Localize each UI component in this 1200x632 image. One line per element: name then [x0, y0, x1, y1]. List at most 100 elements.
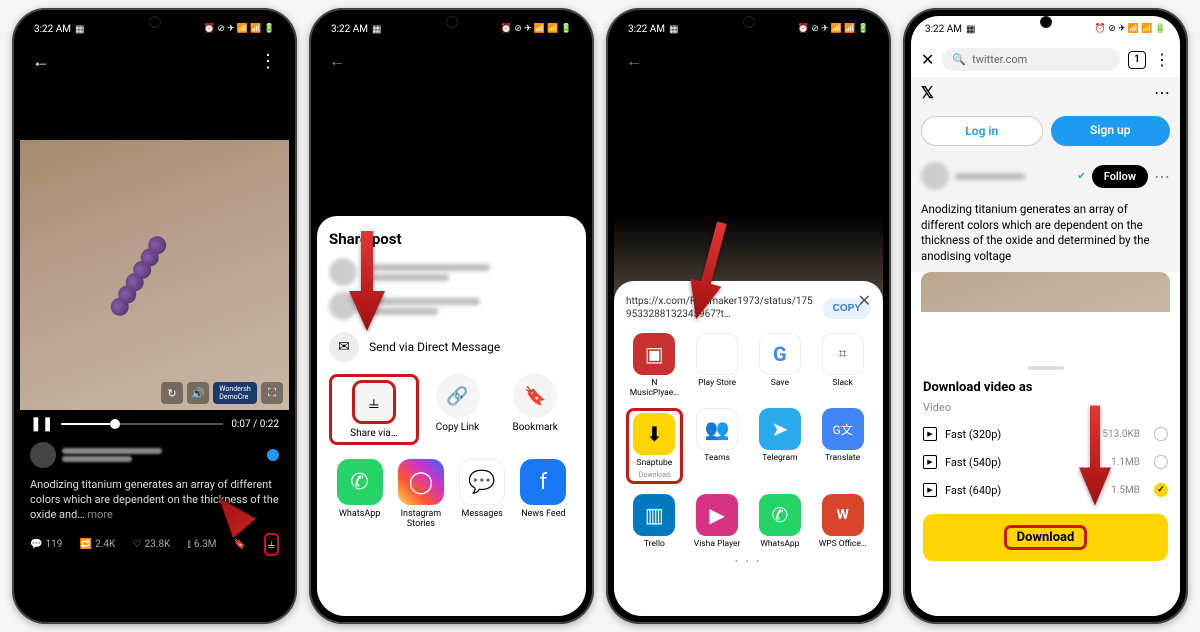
pause-icon[interactable]: ❚❚: [30, 416, 53, 432]
system-share-sheet: ✕ https://x.com/Rainmaker1973/status/175…: [614, 281, 883, 616]
radio-selected-icon[interactable]: [1154, 483, 1168, 497]
video-player[interactable]: ↻ 🔊 WondershDemoCre ⛶: [20, 140, 289, 410]
option-label: Bookmark: [512, 422, 557, 433]
wondershare-icon: WondershDemoCre: [213, 382, 257, 404]
snaptube-icon: ⬇: [633, 413, 675, 455]
app-save[interactable]: GSave: [752, 333, 809, 398]
close-icon[interactable]: ✕: [921, 50, 934, 69]
play-icon: ▶: [923, 455, 937, 469]
radio-icon[interactable]: [1154, 455, 1168, 469]
quality-option-640p[interactable]: ▶ Fast (640p) 1.5MB: [923, 476, 1168, 504]
app-label: Instagram Stories: [390, 509, 451, 529]
volume-icon[interactable]: 🔊: [187, 382, 209, 404]
whatsapp-icon: ✆: [759, 494, 801, 536]
option-label: Share via…: [350, 428, 397, 439]
teams-icon: 👥: [696, 408, 738, 450]
fullscreen-icon[interactable]: ⛶: [261, 382, 283, 404]
app-messages[interactable]: 💬 Messages: [452, 459, 513, 529]
slack-icon: ⌗: [822, 333, 864, 375]
visha-icon: ▶: [696, 494, 738, 536]
signup-button[interactable]: Sign up: [1051, 116, 1171, 146]
quality-option-320p[interactable]: ▶ Fast (320p) 513.0KB: [923, 420, 1168, 448]
back-icon[interactable]: ←: [329, 51, 345, 71]
verified-badge-icon: ✔: [1077, 171, 1085, 182]
bookmark-icon: 🔖: [513, 374, 557, 418]
app-whatsapp[interactable]: ✆ WhatsApp: [329, 459, 390, 529]
address-bar[interactable]: 🔍 twitter.com: [942, 48, 1120, 71]
download-sheet: Download video as Video ▶ Fast (320p) 51…: [911, 356, 1180, 616]
trello-icon: ▥: [633, 494, 675, 536]
like-button[interactable]: ♡23.8K: [133, 539, 171, 550]
more-link[interactable]: more: [87, 508, 112, 521]
share-via-button[interactable]: ⫨ Share via…: [329, 374, 419, 445]
radio-icon[interactable]: [1154, 427, 1168, 441]
avatar[interactable]: [30, 442, 56, 468]
close-icon[interactable]: ✕: [858, 291, 871, 310]
telegram-icon: ➤: [759, 408, 801, 450]
search-icon: 🔍: [952, 53, 966, 66]
dm-label: Send via Direct Message: [369, 340, 500, 354]
login-button[interactable]: Log in: [921, 116, 1043, 146]
views-stat: ⫾6.3M: [188, 539, 217, 550]
sheet-handle[interactable]: [1028, 366, 1064, 370]
download-title: Download video as: [923, 380, 1168, 395]
page-indicator: • • •: [626, 557, 871, 566]
reply-button[interactable]: 💬119: [30, 539, 62, 550]
play-icon: ▶: [923, 483, 937, 497]
app-slack[interactable]: ⌗Slack: [814, 333, 871, 398]
quality-label: Fast (320p): [945, 428, 1094, 441]
app-teams[interactable]: 👥Teams: [689, 408, 746, 484]
app-label: News Feed: [521, 509, 565, 519]
app-trello[interactable]: ▥Trello: [626, 494, 683, 549]
link-icon: 🔗: [436, 374, 480, 418]
app-facebook[interactable]: f News Feed: [513, 459, 574, 529]
app-whatsapp[interactable]: ✆WhatsApp: [752, 494, 809, 549]
annotation-arrow-icon: [1075, 368, 1115, 543]
url-text: twitter.com: [972, 53, 1027, 66]
app-wps[interactable]: WWPS Office…: [814, 494, 871, 549]
file-size: 1.5MB: [1111, 485, 1140, 496]
app-translate[interactable]: G文Translate: [814, 408, 871, 484]
app-telegram[interactable]: ➤Telegram: [752, 408, 809, 484]
section-label: Video: [923, 401, 1168, 414]
copy-link-button[interactable]: 🔗 Copy Link: [419, 374, 497, 445]
app-instagram[interactable]: ◯ Instagram Stories: [390, 459, 451, 529]
replay-icon[interactable]: ↻: [161, 382, 183, 404]
wps-icon: W: [822, 494, 864, 536]
more-icon[interactable]: ⋮: [259, 51, 277, 72]
file-size: 1.1MB: [1111, 457, 1140, 468]
facebook-icon: f: [520, 459, 566, 505]
bookmark-button[interactable]: 🔖 Bookmark: [496, 374, 574, 445]
clock: 3:22 AM: [34, 24, 71, 35]
tab-count[interactable]: 1: [1128, 51, 1146, 69]
back-icon[interactable]: ←: [32, 51, 50, 72]
app-label: Messages: [461, 509, 502, 519]
share-icon: ⫨: [352, 380, 396, 424]
video-thumbnail[interactable]: [921, 272, 1170, 312]
more-icon[interactable]: ⋯: [1154, 83, 1170, 102]
avatar[interactable]: [921, 162, 949, 190]
play-time: 0:07 / 0:22: [231, 419, 279, 430]
clock: 3:22 AM: [331, 24, 368, 35]
back-icon[interactable]: ←: [626, 51, 642, 71]
app-visha[interactable]: ▶Visha Player: [689, 494, 746, 549]
x-logo-icon[interactable]: 𝕏: [921, 83, 934, 102]
more-icon[interactable]: ⋯: [1154, 167, 1170, 186]
messages-icon: 💬: [459, 459, 505, 505]
quality-option-540p[interactable]: ▶ Fast (540p) 1.1MB: [923, 448, 1168, 476]
share-sheet: Share post ✉ Send via Direct Message ⫨ S…: [317, 216, 586, 616]
more-icon[interactable]: ⋮: [1154, 50, 1170, 69]
post-text: Anodizing titanium generates an array of…: [911, 198, 1180, 272]
follow-button[interactable]: Follow: [1092, 165, 1148, 188]
app-snaptube[interactable]: ⬇SnaptubeDownload: [626, 408, 683, 484]
translate-icon: G文: [822, 408, 864, 450]
instagram-icon: ◯: [398, 459, 444, 505]
app-label: WhatsApp: [339, 509, 380, 519]
whatsapp-icon: ✆: [337, 459, 383, 505]
annotation-arrow-icon: [347, 206, 387, 356]
verified-badge-icon: [267, 449, 279, 461]
retweet-button[interactable]: 🔁2.4K: [80, 539, 116, 550]
seek-bar[interactable]: [61, 423, 223, 425]
download-button[interactable]: Download: [923, 514, 1168, 561]
option-label: Copy Link: [436, 422, 479, 433]
